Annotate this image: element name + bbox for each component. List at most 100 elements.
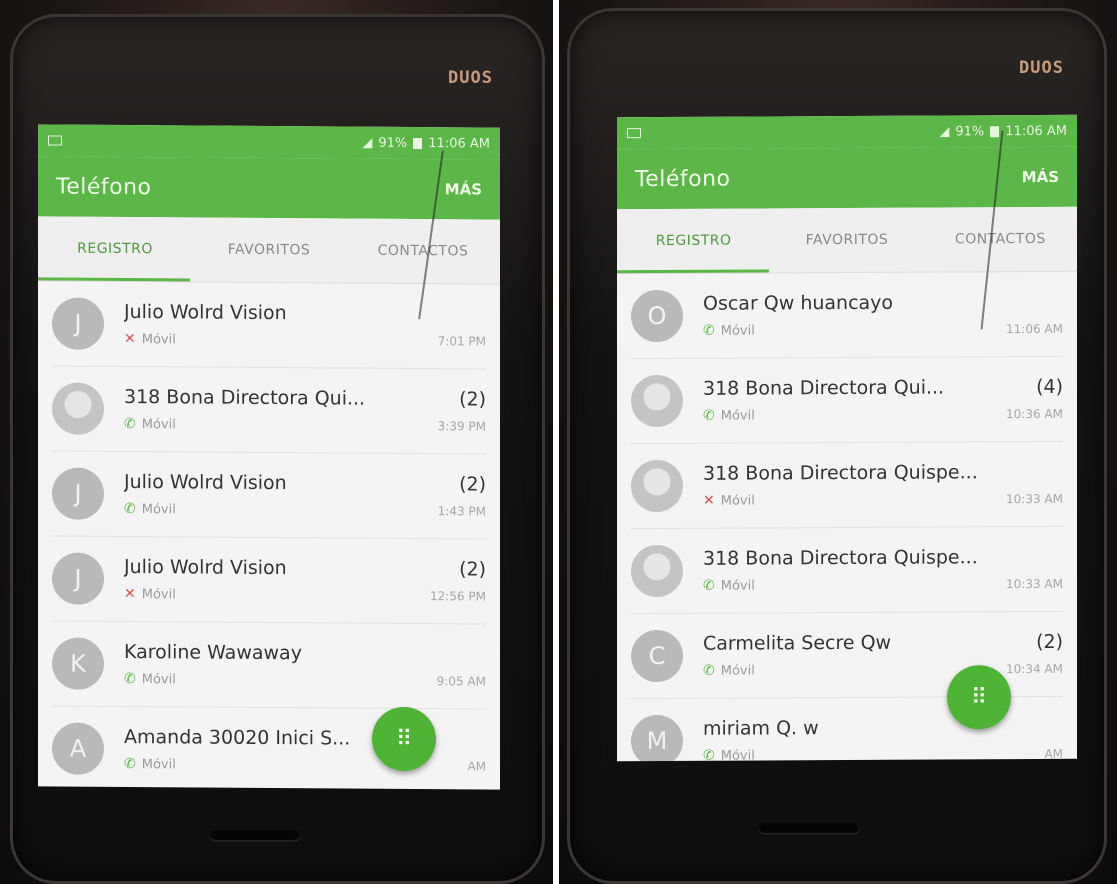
call-time: 9:05 AM: [436, 674, 486, 689]
call-type-label: Móvil: [720, 662, 755, 679]
battery-level: 91%: [378, 135, 408, 151]
tab-registro[interactable]: REGISTRO: [38, 240, 192, 258]
tab-contactos[interactable]: CONTACTOS: [924, 231, 1077, 248]
call-count: (2): [459, 558, 486, 581]
call-log-row[interactable]: J Julio Wolrd Vision (2) ✆ Móvil 1:43 PM: [52, 451, 486, 540]
row-body: 318 Bona Directora Quispe... ✕ Móvil 10:33 …: [703, 461, 1063, 509]
call-type-label: Móvil: [141, 501, 176, 517]
contact-name: Carmelita Secre Qw: [703, 631, 892, 655]
contact-name-line: Carmelita Secre Qw (2): [703, 631, 1063, 655]
call-type: ✆ Móvil: [124, 416, 176, 432]
avatar-photo[interactable]: [631, 544, 683, 598]
more-button[interactable]: MÁS: [445, 180, 482, 198]
contact-name: Julio Wolrd Vision: [124, 470, 287, 495]
contact-name-line: 318 Bona Directora Qui... (4): [703, 376, 1063, 400]
contact-name-line: 318 Bona Directora Qui... (2): [124, 386, 486, 411]
row-sub: ✆ Móvil AM: [703, 746, 1063, 761]
row-sub: ✕ Móvil 7:01 PM: [124, 331, 486, 350]
contact-name: Julio Wolrd Vision: [124, 555, 287, 580]
contact-name: 318 Bona Directora Qui...: [124, 385, 366, 410]
call-type: ✆ Móvil: [703, 407, 755, 424]
status-bar: ◢ 91% 11:06 AM: [617, 114, 1077, 150]
call-time: AM: [467, 759, 486, 774]
row-sub: ✆ Móvil 9:05 AM: [124, 671, 486, 690]
incoming-call-icon: ✆: [124, 500, 136, 518]
call-type: ✕ Móvil: [703, 492, 755, 509]
avatar-photo[interactable]: [631, 374, 683, 428]
avatar[interactable]: M: [631, 714, 683, 762]
call-type-label: Móvil: [141, 586, 176, 602]
avatar[interactable]: J: [52, 297, 104, 350]
phone-screen: ◢ 91% 11:06 AM Teléfono MÁS REGISTRO FAV…: [617, 114, 1077, 762]
call-time: 12:56 PM: [430, 589, 486, 604]
avatar[interactable]: K: [52, 637, 104, 690]
call-type-label: Móvil: [141, 756, 176, 772]
incoming-call-icon: ✆: [703, 577, 715, 594]
dialpad-button[interactable]: ⠿: [372, 706, 436, 772]
row-body: Carmelita Secre Qw (2) ✆ Móvil 10:34 AM: [703, 631, 1063, 679]
avatar[interactable]: C: [631, 629, 683, 683]
row-sub: ✆ Móvil 1:43 PM: [124, 501, 486, 520]
incoming-call-icon: ✆: [124, 670, 136, 688]
call-log-row[interactable]: 318 Bona Directora Quispe... ✆ Móvil 10:33 …: [631, 526, 1063, 615]
call-log-row[interactable]: J Julio Wolrd Vision (2) ✕ Móvil 12:56 PM: [52, 536, 486, 625]
call-type: ✕ Móvil: [124, 331, 176, 347]
missed-call-icon: ✕: [703, 492, 715, 509]
contact-name-line: Karoline Wawaway: [124, 641, 486, 666]
tab-contactos[interactable]: CONTACTOS: [346, 243, 500, 260]
signal-icon: ◢: [939, 123, 950, 140]
avatar[interactable]: O: [631, 289, 683, 343]
avatar[interactable]: J: [52, 467, 104, 520]
call-type-label: Móvil: [720, 492, 755, 509]
dialpad-icon: ⠿: [970, 684, 988, 710]
contact-name-line: miriam Q. w: [703, 716, 1063, 740]
incoming-call-icon: ✆: [703, 662, 715, 679]
row-body: Karoline Wawaway ✆ Móvil 9:05 AM: [124, 641, 486, 690]
call-time: 3:39 PM: [437, 419, 486, 434]
call-count: (2): [1036, 630, 1063, 654]
row-sub: ✕ Móvil 10:33 AM: [703, 491, 1063, 509]
call-log-row[interactable]: 318 Bona Directora Quispe... ✕ Móvil 10:33 …: [631, 441, 1063, 530]
app-title: Teléfono: [56, 174, 152, 200]
brand-logo: DUOS: [448, 68, 493, 88]
clock: 11:06 AM: [428, 135, 490, 152]
clock: 11:06 AM: [1005, 123, 1067, 139]
tab-favoritos[interactable]: FAVORITOS: [192, 241, 346, 259]
more-button[interactable]: MÁS: [1022, 168, 1059, 186]
notification-icon: [627, 128, 641, 139]
contact-name: 318 Bona Directora Quispe...: [703, 546, 978, 570]
contact-name-line: 318 Bona Directora Quispe...: [703, 461, 1063, 484]
call-type: ✆ Móvil: [703, 747, 755, 762]
dialpad-icon: ⠿: [395, 726, 413, 752]
status-bar: ◢ 91% 11:06 AM: [38, 124, 500, 160]
call-log-row[interactable]: 318 Bona Directora Qui... (2) ✆ Móvil 3:39 P…: [52, 366, 486, 455]
app-title: Teléfono: [635, 166, 731, 192]
call-type: ✆ Móvil: [124, 756, 176, 772]
app-bar: Teléfono MÁS: [617, 146, 1077, 210]
incoming-call-icon: ✆: [124, 415, 136, 433]
contact-name: Oscar Qw huancayo: [703, 291, 894, 315]
avatar[interactable]: A: [52, 722, 104, 775]
row-body: Julio Wolrd Vision ✕ Móvil 7:01 PM: [124, 301, 486, 350]
avatar[interactable]: J: [52, 552, 104, 605]
call-log-row[interactable]: K Karoline Wawaway ✆ Móvil 9:05 AM: [52, 621, 486, 710]
call-log-row[interactable]: 318 Bona Directora Qui... (4) ✆ Móvil 10:36 …: [631, 356, 1063, 445]
contact-name: Karoline Wawaway: [124, 640, 302, 665]
avatar-photo[interactable]: [631, 459, 683, 513]
call-type: ✆ Móvil: [703, 322, 755, 339]
row-body: 318 Bona Directora Qui... (4) ✆ Móvil 10:36 …: [703, 376, 1063, 424]
photo-left: DUOS ◢ 91% 11:06 AM Teléfono MÁS REGISTR…: [0, 0, 553, 884]
tab-bar: REGISTRO FAVORITOS CONTACTOS: [617, 206, 1077, 275]
contact-name-line: Julio Wolrd Vision (2): [124, 471, 486, 496]
incoming-call-icon: ✆: [703, 747, 715, 762]
avatar-photo[interactable]: [52, 382, 104, 435]
tab-favoritos[interactable]: FAVORITOS: [770, 232, 923, 249]
call-log-row[interactable]: O Oscar Qw huancayo ✆ Móvil 11:06 AM: [631, 271, 1063, 360]
row-body: 318 Bona Directora Quispe... ✆ Móvil 10:33 …: [703, 546, 1063, 594]
battery-level: 91%: [955, 123, 985, 139]
dialpad-button[interactable]: ⠿: [947, 665, 1011, 730]
contact-name-line: Julio Wolrd Vision (2): [124, 556, 486, 581]
call-type: ✆ Móvil: [703, 662, 755, 679]
battery-icon: [413, 137, 423, 149]
tab-registro[interactable]: REGISTRO: [617, 232, 770, 249]
